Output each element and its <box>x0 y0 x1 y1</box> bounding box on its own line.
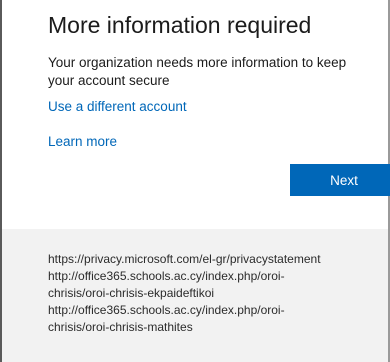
page-title: More information required <box>48 12 312 38</box>
footer-panel: https://privacy.microsoft.com/el-gr/priv… <box>2 229 388 362</box>
terms-teachers-url-part2: chrisis/oroi-chrisis-ekpaideftikoi <box>48 286 215 300</box>
use-different-account-link[interactable]: Use a different account <box>48 99 187 114</box>
learn-more-link[interactable]: Learn more <box>48 134 117 149</box>
terms-teachers-url-part1: http://office365.schools.ac.cy/index.php… <box>48 269 285 283</box>
footer-links: https://privacy.microsoft.com/el-gr/priv… <box>48 251 378 336</box>
sign-in-frame: More information required Your organizat… <box>0 0 390 362</box>
terms-students-url-part2: chrisis/oroi-chrisis-mathites <box>48 320 193 334</box>
description-text: Your organization needs more information… <box>48 55 347 88</box>
privacy-statement-url: https://privacy.microsoft.com/el-gr/priv… <box>48 252 321 266</box>
terms-students-url-part1: http://office365.schools.ac.cy/index.php… <box>48 303 285 317</box>
dialog-content: More information required Your organizat… <box>48 8 390 196</box>
next-button[interactable]: Next <box>290 164 390 196</box>
